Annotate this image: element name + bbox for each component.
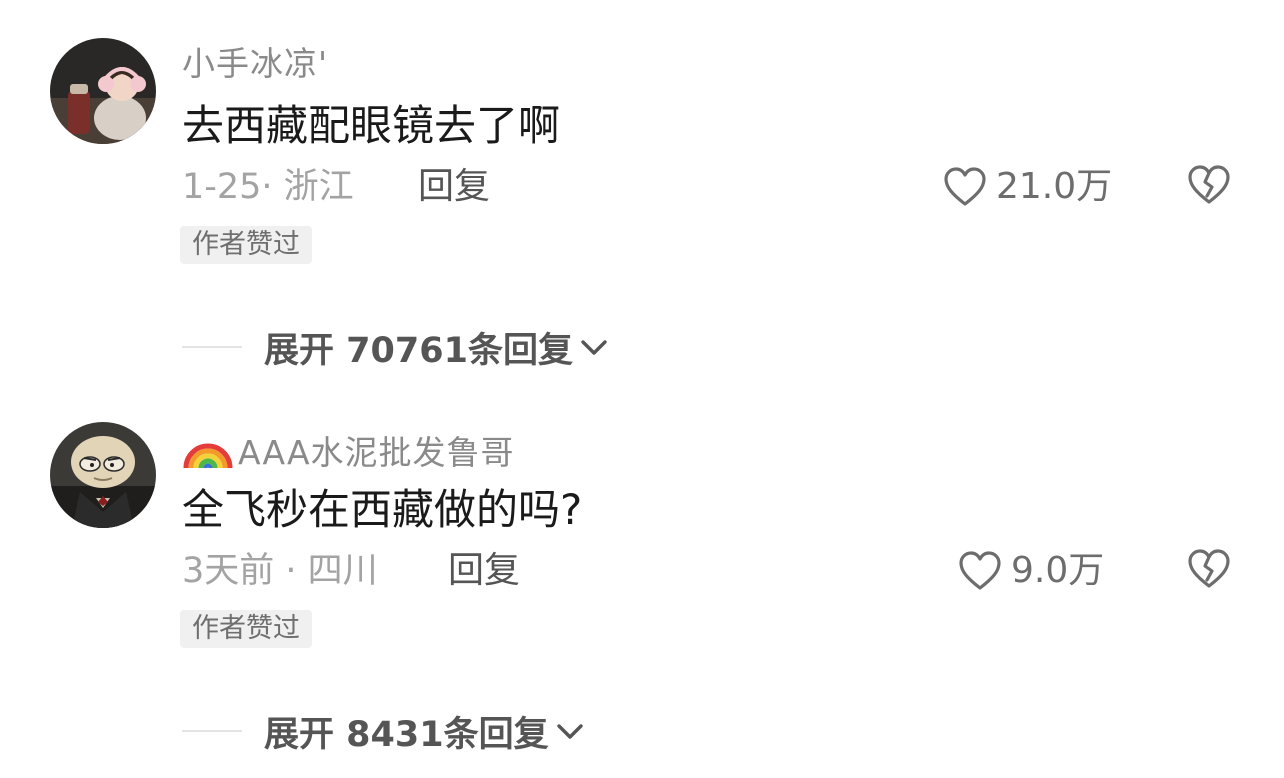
like-button[interactable]: 9.0万 bbox=[957, 546, 1104, 596]
broken-heart-icon[interactable] bbox=[1186, 548, 1232, 590]
rainbow-emoji-icon bbox=[183, 443, 233, 469]
broken-heart-icon[interactable] bbox=[1186, 164, 1232, 206]
like-count: 9.0万 bbox=[1011, 550, 1105, 591]
chevron-down-icon bbox=[581, 340, 607, 355]
like-button[interactable]: 21.0万 bbox=[942, 162, 1112, 212]
heart-outline-icon bbox=[944, 167, 986, 206]
username[interactable]: 小手冰凉' bbox=[182, 44, 328, 84]
expand-replies-button[interactable]: 展开 8431条回复 bbox=[264, 706, 585, 756]
reply-button[interactable]: 回复 bbox=[448, 548, 520, 594]
like-count: 21.0万 bbox=[996, 166, 1113, 207]
divider bbox=[182, 346, 242, 348]
comment-list: 小手冰凉' 去西藏配眼镜去了啊 1-25· 浙江 回复 21.0万 作者赞过 展… bbox=[0, 0, 1284, 778]
expand-replies-button[interactable]: 展开 70761条回复 bbox=[264, 322, 609, 372]
author-liked-badge: 作者赞过 bbox=[180, 610, 312, 648]
expand-replies-label: 展开 8431条回复 bbox=[264, 714, 549, 755]
username[interactable]: AAA水泥批发鲁哥 bbox=[182, 426, 515, 473]
author-liked-badge: 作者赞过 bbox=[180, 226, 312, 264]
avatar[interactable] bbox=[50, 422, 156, 528]
heart-outline-icon bbox=[959, 551, 1001, 590]
comment-meta: 1-25· 浙江 bbox=[182, 167, 354, 207]
username-text: AAA水泥批发鲁哥 bbox=[238, 433, 515, 472]
avatar[interactable] bbox=[50, 38, 156, 144]
expand-replies-row: 展开 8431条回复 bbox=[0, 706, 1284, 756]
comment-text: 全飞秒在西藏做的吗? bbox=[182, 485, 583, 534]
chevron-down-icon bbox=[556, 724, 583, 739]
expand-replies-row: 展开 70761条回复 bbox=[0, 322, 1284, 372]
divider bbox=[182, 730, 242, 732]
reply-button[interactable]: 回复 bbox=[418, 164, 490, 210]
expand-replies-label: 展开 70761条回复 bbox=[264, 330, 573, 371]
comment-meta: 3天前 · 四川 bbox=[182, 551, 378, 591]
comment-text: 去西藏配眼镜去了啊 bbox=[182, 101, 561, 150]
